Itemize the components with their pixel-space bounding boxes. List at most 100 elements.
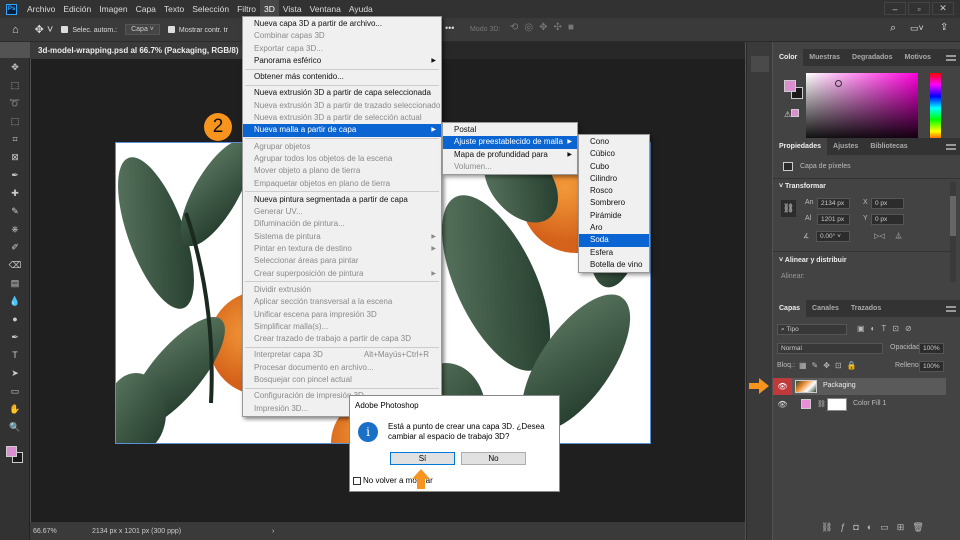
path-select-tool-icon[interactable]: ➤ (0, 364, 30, 382)
panel-menu-icon[interactable] (946, 306, 956, 312)
stamp-tool-icon[interactable]: ⎈ (0, 220, 30, 238)
menu-item[interactable]: Volumen... (443, 161, 577, 173)
menu-item[interactable]: Aro (579, 222, 649, 234)
layer-filter-dropdown[interactable]: ⌕ Tipo (777, 324, 847, 335)
document-tab[interactable]: 3d-model-wrapping.psd al 66.7% (Packagin… (30, 42, 258, 59)
blend-mode-dropdown[interactable]: Normal (777, 343, 883, 354)
object-select-tool-icon[interactable]: ⬚ (0, 112, 30, 130)
healing-tool-icon[interactable]: ✚ (0, 184, 30, 202)
menu-item[interactable]: Ajuste preestablecido de malla ▶ (443, 136, 577, 149)
menu-item[interactable]: Crear trazado de trabajo a partir de cap… (243, 333, 441, 345)
yes-button[interactable]: Sí (390, 452, 455, 465)
angle-input[interactable]: 0.00° ˅ (816, 231, 850, 242)
dont-show-checkbox[interactable] (353, 477, 361, 485)
menu-item[interactable]: Sombrero (579, 197, 649, 209)
menu-item[interactable]: Dividir extrusión (243, 284, 441, 296)
color-swatches[interactable] (0, 442, 29, 466)
menu-item[interactable]: Agrupar todos los objetos de la escena (243, 153, 441, 165)
menu-seleccion[interactable]: Selección (188, 0, 233, 18)
layers-footer-icons[interactable]: ⛓ƒ◘◐▭⊞🗑 (821, 522, 932, 533)
more-icon[interactable]: ••• (445, 23, 454, 33)
foreground-swatch[interactable] (784, 80, 796, 92)
tab-motivos[interactable]: Motivos (898, 49, 936, 66)
menu-item[interactable]: Empaquetar objetos en plano de tierra (243, 178, 441, 190)
hand-tool-icon[interactable]: ✋ (0, 400, 30, 418)
move-tool-icon[interactable]: ✥ ˅ (35, 23, 54, 36)
maximize-button[interactable]: ▫ (908, 2, 930, 15)
menu-item[interactable]: Soda (579, 234, 649, 247)
menu-item[interactable]: Difuminación de pintura... (243, 218, 441, 230)
menu-item[interactable]: Mapa de profundidad para ▶ (443, 149, 577, 161)
status-menu-arrow[interactable]: › (272, 528, 274, 535)
frame-tool-icon[interactable]: ⊠ (0, 148, 30, 166)
menu-item[interactable]: Obtener más contenido... (243, 71, 441, 83)
no-button[interactable]: No (461, 452, 526, 465)
menu-item[interactable]: Nueva malla a partir de capa ▶ (243, 124, 441, 137)
gamut-warning-icon[interactable]: ⚠ (784, 109, 800, 119)
menu-capa[interactable]: Capa (132, 0, 160, 18)
type-tool-icon[interactable]: T (0, 346, 30, 364)
color-picker-cursor[interactable] (835, 80, 842, 87)
pen-tool-icon[interactable]: ✒ (0, 328, 30, 346)
search-icon[interactable]: ⌕ (890, 22, 896, 35)
menu-item[interactable]: Simplificar malla(s)... (243, 321, 441, 333)
auto-select-dropdown[interactable]: Capa ˅ (125, 24, 160, 35)
menu-item[interactable]: Bosquejar con pincel actual (243, 374, 441, 386)
lock-icons[interactable]: ▦✎✥⊡🔒 (799, 361, 862, 370)
visibility-eye-icon[interactable]: 👁 (773, 396, 792, 413)
zoom-tool-icon[interactable]: 🔍 (0, 418, 30, 436)
menu-item[interactable]: Combinar capas 3D (243, 30, 441, 42)
menu-item[interactable]: Cubo (579, 161, 649, 173)
tab-ajustes[interactable]: Ajustes (827, 138, 864, 155)
workspace-icon[interactable]: ▭˅ (910, 23, 924, 34)
zoom-level[interactable]: 66.67% (30, 528, 80, 535)
menu-item[interactable]: Nueva extrusión 3D a partir de selección… (243, 112, 441, 124)
brush-tool-icon[interactable]: ✎ (0, 202, 30, 220)
history-brush-tool-icon[interactable]: ✐ (0, 238, 30, 256)
menu-item[interactable]: Cilindro (579, 173, 649, 185)
move-tool-icon[interactable]: ✥ (0, 58, 30, 76)
properties-scrollbar[interactable] (950, 182, 956, 282)
rectangle-tool-icon[interactable]: ▭ (0, 382, 30, 400)
crop-tool-icon[interactable]: ⌗ (0, 130, 30, 148)
tab-degradados[interactable]: Degradados (846, 49, 898, 66)
tab-propiedades[interactable]: Propiedades (773, 138, 828, 155)
share-icon[interactable]: ⇪ (940, 22, 948, 33)
menu-item[interactable]: Interpretar capa 3D Alt+Mayús+Ctrl+R (243, 349, 441, 361)
height-input[interactable]: 1201 px (817, 214, 850, 225)
menu-item[interactable]: Agrupar objetos (243, 141, 441, 153)
menu-item[interactable]: Rosco (579, 185, 649, 197)
layer-row[interactable]: 👁 Packaging (773, 378, 946, 395)
menu-item[interactable]: Procesar documento en archivo... (243, 362, 441, 374)
history-icon[interactable] (751, 56, 769, 72)
menu-item[interactable]: Postal (443, 124, 577, 136)
3d-mode-icons[interactable]: ⟲◎✥✣■ (510, 22, 580, 33)
panel-menu-icon[interactable] (946, 144, 956, 150)
menu-item[interactable]: Panorama esférico ▶ (243, 55, 441, 67)
eyedropper-tool-icon[interactable]: ✒ (0, 166, 30, 184)
flip-vertical-icon[interactable]: ⏅ (895, 231, 902, 241)
menu-item[interactable]: Nueva capa 3D a partir de archivo... (243, 18, 441, 30)
transform-section[interactable]: ˅ Transformar (779, 183, 826, 190)
menu-item[interactable]: Exportar capa 3D... (243, 43, 441, 55)
tab-bibliotecas[interactable]: Bibliotecas (864, 138, 913, 155)
fill-input[interactable]: 100% (919, 361, 944, 372)
layer-filter-icons[interactable]: ▣◐T⊡⊘ (857, 324, 918, 333)
menu-item[interactable]: Pintar en textura de destino ▶ (243, 243, 441, 255)
menu-item[interactable]: Cono (579, 136, 649, 148)
show-transform-checkbox[interactable] (167, 26, 175, 34)
tab-muestras[interactable]: Muestras (803, 49, 846, 66)
gradient-tool-icon[interactable]: ▤ (0, 274, 30, 292)
hue-slider[interactable] (930, 73, 941, 143)
align-section[interactable]: ˅ Alinear y distribuir (779, 257, 847, 264)
width-input[interactable]: 2134 px (817, 198, 850, 209)
menu-item[interactable]: Esfera (579, 247, 649, 259)
menu-item[interactable]: Nueva extrusión 3D a partir de capa sele… (243, 87, 441, 99)
menu-edicion[interactable]: Edición (59, 0, 95, 18)
flip-horizontal-icon[interactable]: ▷◁ (874, 232, 885, 240)
dodge-tool-icon[interactable]: ● (0, 310, 30, 328)
marquee-tool-icon[interactable]: ⬚ (0, 76, 30, 94)
visibility-eye-icon[interactable]: 👁 (773, 378, 792, 395)
x-input[interactable]: 0 px (871, 198, 904, 209)
menu-texto[interactable]: Texto (160, 0, 188, 18)
